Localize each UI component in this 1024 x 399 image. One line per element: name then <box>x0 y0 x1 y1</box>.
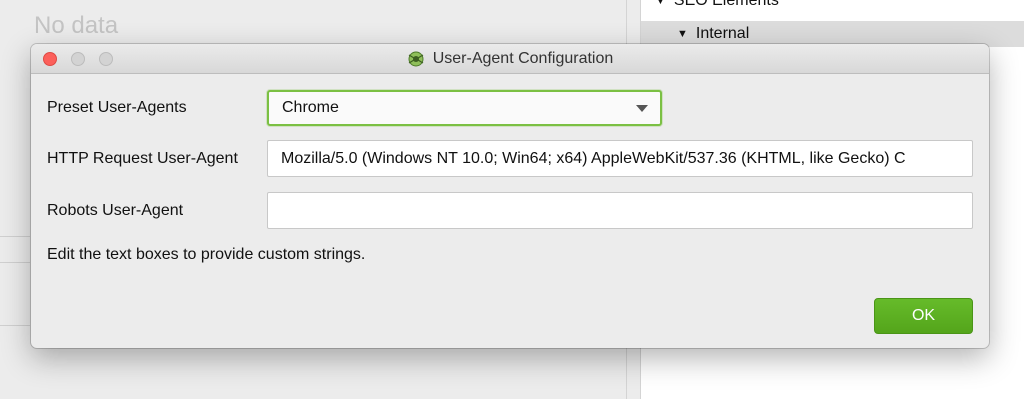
preset-selected-value: Chrome <box>282 99 339 116</box>
ok-button[interactable]: OK <box>874 298 973 334</box>
chevron-down-icon <box>636 105 648 112</box>
dialog-title: User-Agent Configuration <box>31 44 989 74</box>
no-data-label: No data <box>34 12 119 39</box>
robots-user-agent-input[interactable] <box>267 192 973 229</box>
http-request-user-agent-input[interactable]: Mozilla/5.0 (Windows NT 10.0; Win64; x64… <box>267 140 973 177</box>
dialog-titlebar[interactable]: User-Agent Configuration <box>31 44 989 74</box>
background-divider <box>0 325 30 326</box>
tree-item-seo-elements[interactable]: ▼ SEO Elements <box>641 0 1024 14</box>
robots-user-agent-label: Robots User-Agent <box>47 202 184 219</box>
spider-icon <box>407 50 425 68</box>
user-agent-dialog: User-Agent Configuration Preset User-Age… <box>31 44 989 348</box>
tree-item-label: SEO Elements <box>673 0 779 9</box>
preset-user-agents-select[interactable]: Chrome <box>267 90 662 126</box>
background-divider <box>0 236 30 237</box>
ok-button-label: OK <box>911 307 936 324</box>
http-request-user-agent-label: HTTP Request User-Agent <box>47 150 238 167</box>
tree-item-label: Internal <box>695 25 750 42</box>
background-divider <box>0 262 30 263</box>
disclosure-triangle-icon[interactable]: ▼ <box>655 0 666 7</box>
disclosure-triangle-icon[interactable]: ▼ <box>677 28 688 40</box>
dialog-title-text: User-Agent Configuration <box>432 50 614 67</box>
hint-text: Edit the text boxes to provide custom st… <box>47 246 366 263</box>
preset-user-agents-label: Preset User-Agents <box>47 99 187 116</box>
